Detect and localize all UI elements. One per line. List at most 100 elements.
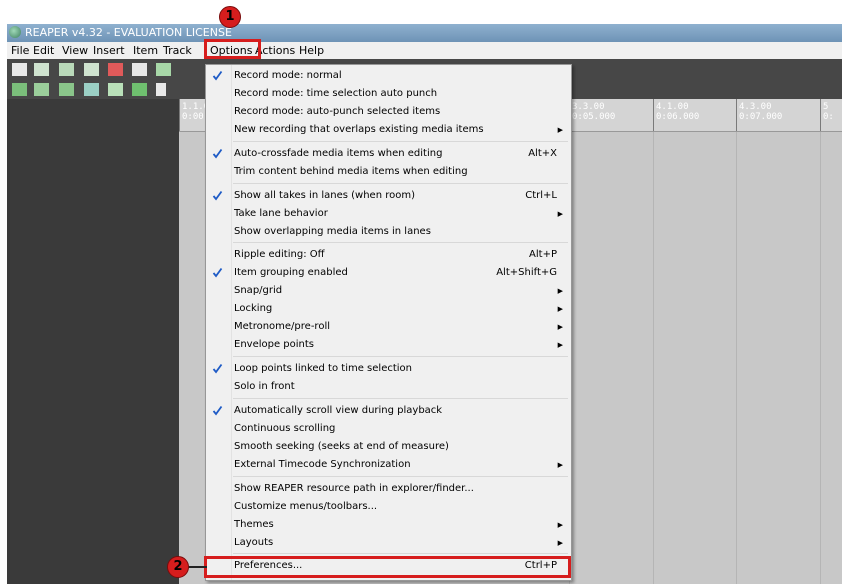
undo-icon[interactable] [108, 63, 123, 76]
track-control-panel[interactable] [7, 99, 179, 584]
menu-item-show-all-takes-in-lanes-when-room[interactable]: Show all takes in lanes (when room) Ctrl+… [206, 187, 571, 205]
menu-item-label: Loop points linked to time selection [234, 363, 412, 374]
menu-item-shortcut: Alt+X [528, 148, 557, 159]
menu-separator [233, 141, 568, 142]
ruler-marker: 4.3.00 0:07.000 [736, 99, 782, 131]
menu-item-label: Solo in front [234, 381, 295, 392]
submenu-arrow-icon: ▶ [557, 305, 563, 313]
menu-item-solo-in-front[interactable]: Solo in front [206, 378, 571, 396]
checkmark-icon [212, 148, 223, 159]
menu-item-new-recording-that-overlaps-existing-media-items[interactable]: New recording that overlaps existing med… [206, 121, 571, 139]
envelope-icon[interactable] [156, 63, 171, 76]
preferences-highlight-box [204, 556, 571, 578]
menu-item-snap-grid[interactable]: Snap/grid ▶ [206, 282, 571, 300]
menu-item-label: Record mode: auto-punch selected items [234, 106, 441, 117]
menu-item-label: Show overlapping media items in lanes [234, 226, 431, 237]
menu-help[interactable]: Help [299, 42, 324, 59]
menu-view[interactable]: View [62, 42, 88, 59]
grid-icon[interactable] [108, 83, 123, 96]
checkmark-icon [212, 267, 223, 278]
grid-line [653, 132, 654, 584]
menu-item-smooth-seeking-seeks-at-end-of-measure[interactable]: Smooth seeking (seeks at end of measure) [206, 438, 571, 456]
save-project-icon[interactable] [59, 63, 74, 76]
menu-item-label: Take lane behavior [234, 208, 328, 219]
project-settings-icon[interactable] [84, 63, 99, 76]
submenu-arrow-icon: ▶ [557, 210, 563, 218]
menu-item-record-mode-auto-punch-selected-items[interactable]: Record mode: auto-punch selected items [206, 103, 571, 121]
menu-item-label: Ripple editing: Off [234, 249, 325, 260]
menu-item-envelope-points[interactable]: Envelope points ▶ [206, 336, 571, 354]
menu-item-external-timecode-synchronization[interactable]: External Timecode Synchronization ▶ [206, 456, 571, 474]
menu-item-label: Record mode: normal [234, 70, 342, 81]
menu-item-label: Smooth seeking (seeks at end of measure) [234, 441, 449, 452]
submenu-arrow-icon: ▶ [557, 539, 563, 547]
menu-separator [233, 242, 568, 243]
menu-item-label: Item grouping enabled [234, 267, 348, 278]
menu-item-continuous-scrolling[interactable]: Continuous scrolling [206, 420, 571, 438]
ripple-icon[interactable] [34, 83, 49, 96]
ruler-marker: 3.3.00 0:05.000 [569, 99, 615, 131]
new-project-icon[interactable] [12, 63, 27, 76]
submenu-arrow-icon: ▶ [557, 323, 563, 331]
secondary-toolbar [7, 81, 207, 99]
menu-item-label: Auto-crossfade media items when editing [234, 148, 443, 159]
menu-item-label: Layouts [234, 537, 274, 548]
options-menu: Record mode: normal Record mode: time sel… [205, 64, 572, 581]
reaper-app-icon [9, 26, 21, 38]
menu-item-layouts[interactable]: Layouts ▶ [206, 534, 571, 552]
menu-item-label: New recording that overlaps existing med… [234, 124, 484, 135]
redo-icon[interactable] [132, 63, 147, 76]
metronome-icon[interactable] [12, 83, 27, 96]
menu-actions[interactable]: Actions [255, 42, 295, 59]
title-bar: REAPER v4.32 - EVALUATION LICENSE [7, 24, 842, 42]
menu-item-auto-crossfade-media-items-when-editing[interactable]: Auto-crossfade media items when editing A… [206, 145, 571, 163]
menu-item-ripple-editing-off[interactable]: Ripple editing: Off Alt+P [206, 246, 571, 264]
checkmark-icon [212, 70, 223, 81]
checkmark-icon [212, 190, 223, 201]
menu-separator [233, 183, 568, 184]
menu-item-metronome-pre-roll[interactable]: Metronome/pre-roll ▶ [206, 318, 571, 336]
lock-icon[interactable] [156, 83, 166, 96]
menu-edit[interactable]: Edit [33, 42, 54, 59]
main-toolbar [7, 59, 207, 81]
menu-file[interactable]: File [11, 42, 29, 59]
menu-separator [233, 553, 568, 554]
menu-insert[interactable]: Insert [93, 42, 125, 59]
snap-icon[interactable] [84, 83, 99, 96]
submenu-arrow-icon: ▶ [557, 521, 563, 529]
submenu-arrow-icon: ▶ [557, 341, 563, 349]
menu-item-record-mode-normal[interactable]: Record mode: normal [206, 67, 571, 85]
menu-item-loop-points-linked-to-time-selection[interactable]: Loop points linked to time selection [206, 360, 571, 378]
menu-item-label: Customize menus/toolbars... [234, 501, 378, 512]
menu-item-show-overlapping-media-items-in-lanes[interactable]: Show overlapping media items in lanes [206, 223, 571, 241]
menu-item-label: Snap/grid [234, 285, 283, 296]
grid-line [736, 132, 737, 584]
menu-item-trim-content-behind-media-items-when-editing[interactable]: Trim content behind media items when edi… [206, 163, 571, 181]
ruler-marker: 5 0: [820, 99, 834, 131]
menu-separator [233, 356, 568, 357]
menu-track[interactable]: Track [163, 42, 192, 59]
menu-item-label: Locking [234, 303, 273, 314]
menu-item-label: Show REAPER resource path in explorer/fi… [234, 483, 474, 494]
options-highlight-box [204, 39, 261, 59]
submenu-arrow-icon: ▶ [557, 287, 563, 295]
menu-item-locking[interactable]: Locking ▶ [206, 300, 571, 318]
menu-item-take-lane-behavior[interactable]: Take lane behavior ▶ [206, 205, 571, 223]
menu-item-label: Continuous scrolling [234, 423, 336, 434]
grid-line [820, 132, 821, 584]
open-project-icon[interactable] [34, 63, 49, 76]
menu-item-automatically-scroll-view-during-playback[interactable]: Automatically scroll view during playbac… [206, 402, 571, 420]
menu-item-show-reaper-resource-path-in-explorer-finder[interactable]: Show REAPER resource path in explorer/fi… [206, 480, 571, 498]
menu-item-item-grouping-enabled[interactable]: Item grouping enabled Alt+Shift+G [206, 264, 571, 282]
submenu-arrow-icon: ▶ [557, 126, 563, 134]
window-title: REAPER v4.32 - EVALUATION LICENSE [25, 26, 232, 39]
loop-icon[interactable] [132, 83, 147, 96]
menu-item-record-mode-time-selection-auto-punch[interactable]: Record mode: time selection auto punch [206, 85, 571, 103]
menu-item-customize-menus-toolbars[interactable]: Customize menus/toolbars... [206, 498, 571, 516]
menu-item-label: Envelope points [234, 339, 315, 350]
menu-item-shortcut: Ctrl+L [525, 190, 557, 201]
menu-item-themes[interactable]: Themes ▶ [206, 516, 571, 534]
menu-separator [233, 398, 568, 399]
grouping-icon[interactable] [59, 83, 74, 96]
menu-item[interactable]: Item [133, 42, 158, 59]
